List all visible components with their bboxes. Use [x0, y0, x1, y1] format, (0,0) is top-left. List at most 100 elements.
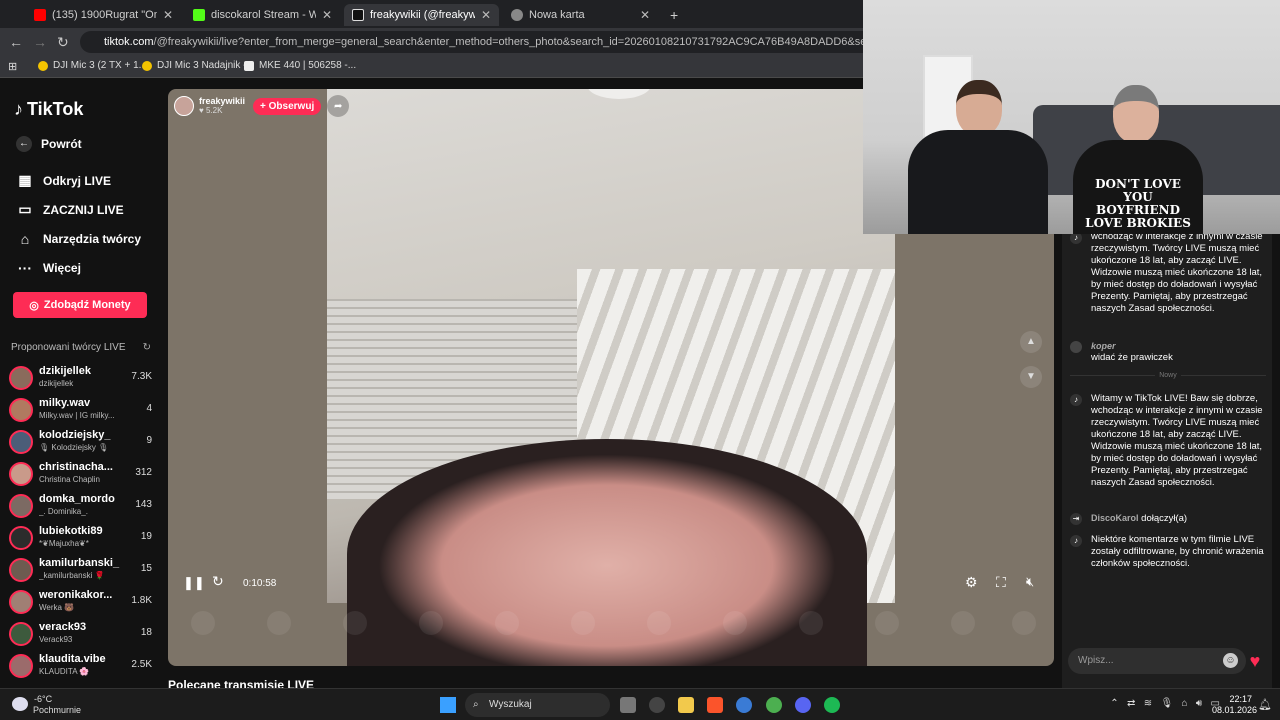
browser-tab-active[interactable]: freakywikii (@freakywikii) prow ✕: [344, 4, 499, 26]
apps-grid-icon[interactable]: ⊞: [8, 60, 17, 73]
sidebar-item-discover-live[interactable]: ▦ Odkryj LIVE: [16, 172, 111, 189]
creator-row[interactable]: kolodziejsky_ 🎙 Kolodziejsky 🎙 9: [9, 427, 152, 455]
notification-icon[interactable]: 🔔︎: [1258, 698, 1272, 711]
creator-subtitle: _. Dominika_.: [39, 507, 88, 516]
browser-tab[interactable]: Nowa karta ✕: [503, 4, 658, 26]
ceiling-lamp: [587, 89, 651, 99]
creator-avatar[interactable]: [9, 558, 33, 582]
chrome-icon: [511, 9, 523, 21]
discord-icon[interactable]: [795, 697, 811, 713]
creator-row[interactable]: verack93 Verack93 18: [9, 619, 152, 647]
creator-row[interactable]: kamilurbanski_ _kamilurbanski 🌹 15: [9, 555, 152, 583]
chrome-icon[interactable]: [766, 697, 782, 713]
brave-icon[interactable]: [707, 697, 723, 713]
gift-placeholder: [419, 611, 443, 635]
task-view-icon[interactable]: [620, 697, 636, 713]
creator-row[interactable]: lubiekotki89 *❦Majuxha❦* 19: [9, 523, 152, 551]
user-avatar[interactable]: [1070, 341, 1082, 353]
tiktok-logo[interactable]: ♪ TikTok: [14, 99, 83, 120]
sidebar-item-start-live[interactable]: ▭ ZACZNIJ LIVE: [16, 201, 123, 218]
chat-username[interactable]: DiscoKarol: [1091, 513, 1139, 523]
get-coins-button[interactable]: ◎ Zdobądź Monety: [13, 292, 147, 318]
gift-placeholder: [343, 611, 367, 635]
chat-username[interactable]: koper: [1091, 340, 1266, 352]
creator-avatar[interactable]: [9, 590, 33, 614]
fullscreen-icon[interactable]: ⛶: [996, 574, 1006, 591]
refresh-icon[interactable]: ↻: [212, 573, 224, 590]
microphone-icon[interactable]: 🎙︎: [1160, 698, 1173, 709]
refresh-icon[interactable]: ↻: [143, 342, 151, 353]
bookmark-item[interactable]: MKE 440 | 506258 -...: [244, 60, 356, 71]
sync-icon[interactable]: ⇄: [1127, 698, 1135, 709]
live-video[interactable]: [327, 89, 895, 666]
creator-row[interactable]: christinacha... Christina Chaplin 312: [9, 459, 152, 487]
emoji-icon[interactable]: ☺: [1223, 653, 1238, 668]
back-button[interactable]: ← Powrót: [16, 136, 82, 152]
creator-row[interactable]: weronikakor... Werka 🐻 1.8K: [9, 587, 152, 615]
creator-avatar[interactable]: [9, 622, 33, 646]
host-avatar[interactable]: [174, 96, 194, 116]
viewer-count: 143: [135, 499, 152, 510]
close-tab-icon[interactable]: ✕: [163, 8, 173, 22]
system-tray[interactable]: ⌃ ⇄ ≋ 🎙︎ ⌂ 🔊︎ ▭: [1110, 698, 1220, 709]
clock[interactable]: 22:17 08.01.2026: [1212, 694, 1257, 716]
spotify-icon[interactable]: [824, 697, 840, 713]
chevron-up-icon[interactable]: ⌃: [1110, 698, 1118, 709]
next-live-button[interactable]: ▼: [1020, 366, 1042, 388]
creator-name: weronikakor...: [39, 589, 113, 601]
sidebar-item-creator-tools[interactable]: ⌂ Narzędzia twórcy: [16, 231, 141, 247]
host-name[interactable]: freakywikii: [199, 97, 245, 106]
windows-start-icon[interactable]: [440, 697, 456, 713]
app-icon[interactable]: [736, 697, 752, 713]
creator-avatar[interactable]: [9, 430, 33, 454]
back-arrow-icon[interactable]: ←: [9, 34, 23, 50]
new-tab-button[interactable]: +: [662, 4, 682, 26]
browser-tab[interactable]: (135) 1900Rugrat "One Take Fr ✕: [26, 4, 181, 26]
pause-icon[interactable]: ❚❚: [183, 575, 205, 591]
browser-tab[interactable]: discokarol Stream - Watch Live ✕: [185, 4, 340, 26]
creator-row[interactable]: dzikijellek dzikijellek 7.3K: [9, 363, 152, 391]
search-label: Wyszukaj: [489, 699, 532, 710]
viewer-count: 1.8K: [131, 595, 152, 606]
creator-avatar[interactable]: [9, 366, 33, 390]
chat-input[interactable]: Wpisz... ☺: [1068, 648, 1246, 674]
bookmark-item[interactable]: DJI Mic 3 Nadajnik -...: [142, 60, 255, 71]
bookmark-item[interactable]: DJI Mic 3 (2 TX + 1...: [38, 60, 147, 71]
wifi-icon[interactable]: ≋: [1144, 698, 1152, 709]
creator-avatar[interactable]: [9, 398, 33, 422]
gift-placeholder: [267, 611, 291, 635]
forward-arrow-icon[interactable]: →: [33, 34, 47, 50]
shirt-print: DON'T LOVE YOU BOYFRIEND LOVE BROKIES: [1085, 177, 1191, 230]
kick-icon: [193, 9, 205, 21]
close-tab-icon[interactable]: ✕: [322, 8, 332, 22]
network-icon[interactable]: ⌂: [1182, 698, 1188, 709]
app-icon[interactable]: [649, 697, 665, 713]
creator-subtitle: dzikijellek: [39, 379, 74, 388]
weather-widget[interactable]: -6°C Pochmurnie: [12, 694, 81, 716]
creator-avatar[interactable]: [9, 462, 33, 486]
creator-avatar[interactable]: [9, 494, 33, 518]
reload-icon[interactable]: ↻: [57, 34, 69, 51]
heart-icon[interactable]: ♥: [1243, 649, 1267, 673]
chat-message-text: dołączył(a): [1141, 513, 1188, 524]
creator-avatar[interactable]: [9, 526, 33, 550]
more-icon: ···: [18, 260, 32, 276]
share-icon[interactable]: ➦: [327, 95, 350, 117]
creator-avatar[interactable]: [9, 654, 33, 678]
sidebar-item-more[interactable]: ··· Więcej: [16, 260, 81, 276]
previous-live-button[interactable]: ▲: [1020, 331, 1042, 353]
viewer-count: 19: [140, 531, 152, 542]
creator-row[interactable]: klaudita.vibe KLAUDITA 🌸 2.5K: [9, 651, 152, 679]
taskbar-search[interactable]: ⌕ Wyszukaj: [465, 693, 610, 717]
follow-button[interactable]: + Obserwuj: [253, 97, 322, 115]
file-explorer-icon[interactable]: [678, 697, 694, 713]
volume-icon[interactable]: 🔊︎: [1196, 698, 1202, 709]
proposed-creators-header: Proponowani twórcy LIVE ↻: [11, 342, 151, 353]
close-tab-icon[interactable]: ✕: [640, 8, 650, 22]
creator-row[interactable]: milky.wav Milky.wav | IG milky... 4: [9, 395, 152, 423]
mute-icon[interactable]: 🔇︎: [1026, 574, 1034, 590]
chat-placeholder: Wpisz...: [1078, 655, 1114, 666]
creator-row[interactable]: domka_mordo _. Dominika_. 143: [9, 491, 152, 519]
close-tab-icon[interactable]: ✕: [481, 8, 491, 22]
settings-icon[interactable]: ⚙: [965, 574, 978, 591]
